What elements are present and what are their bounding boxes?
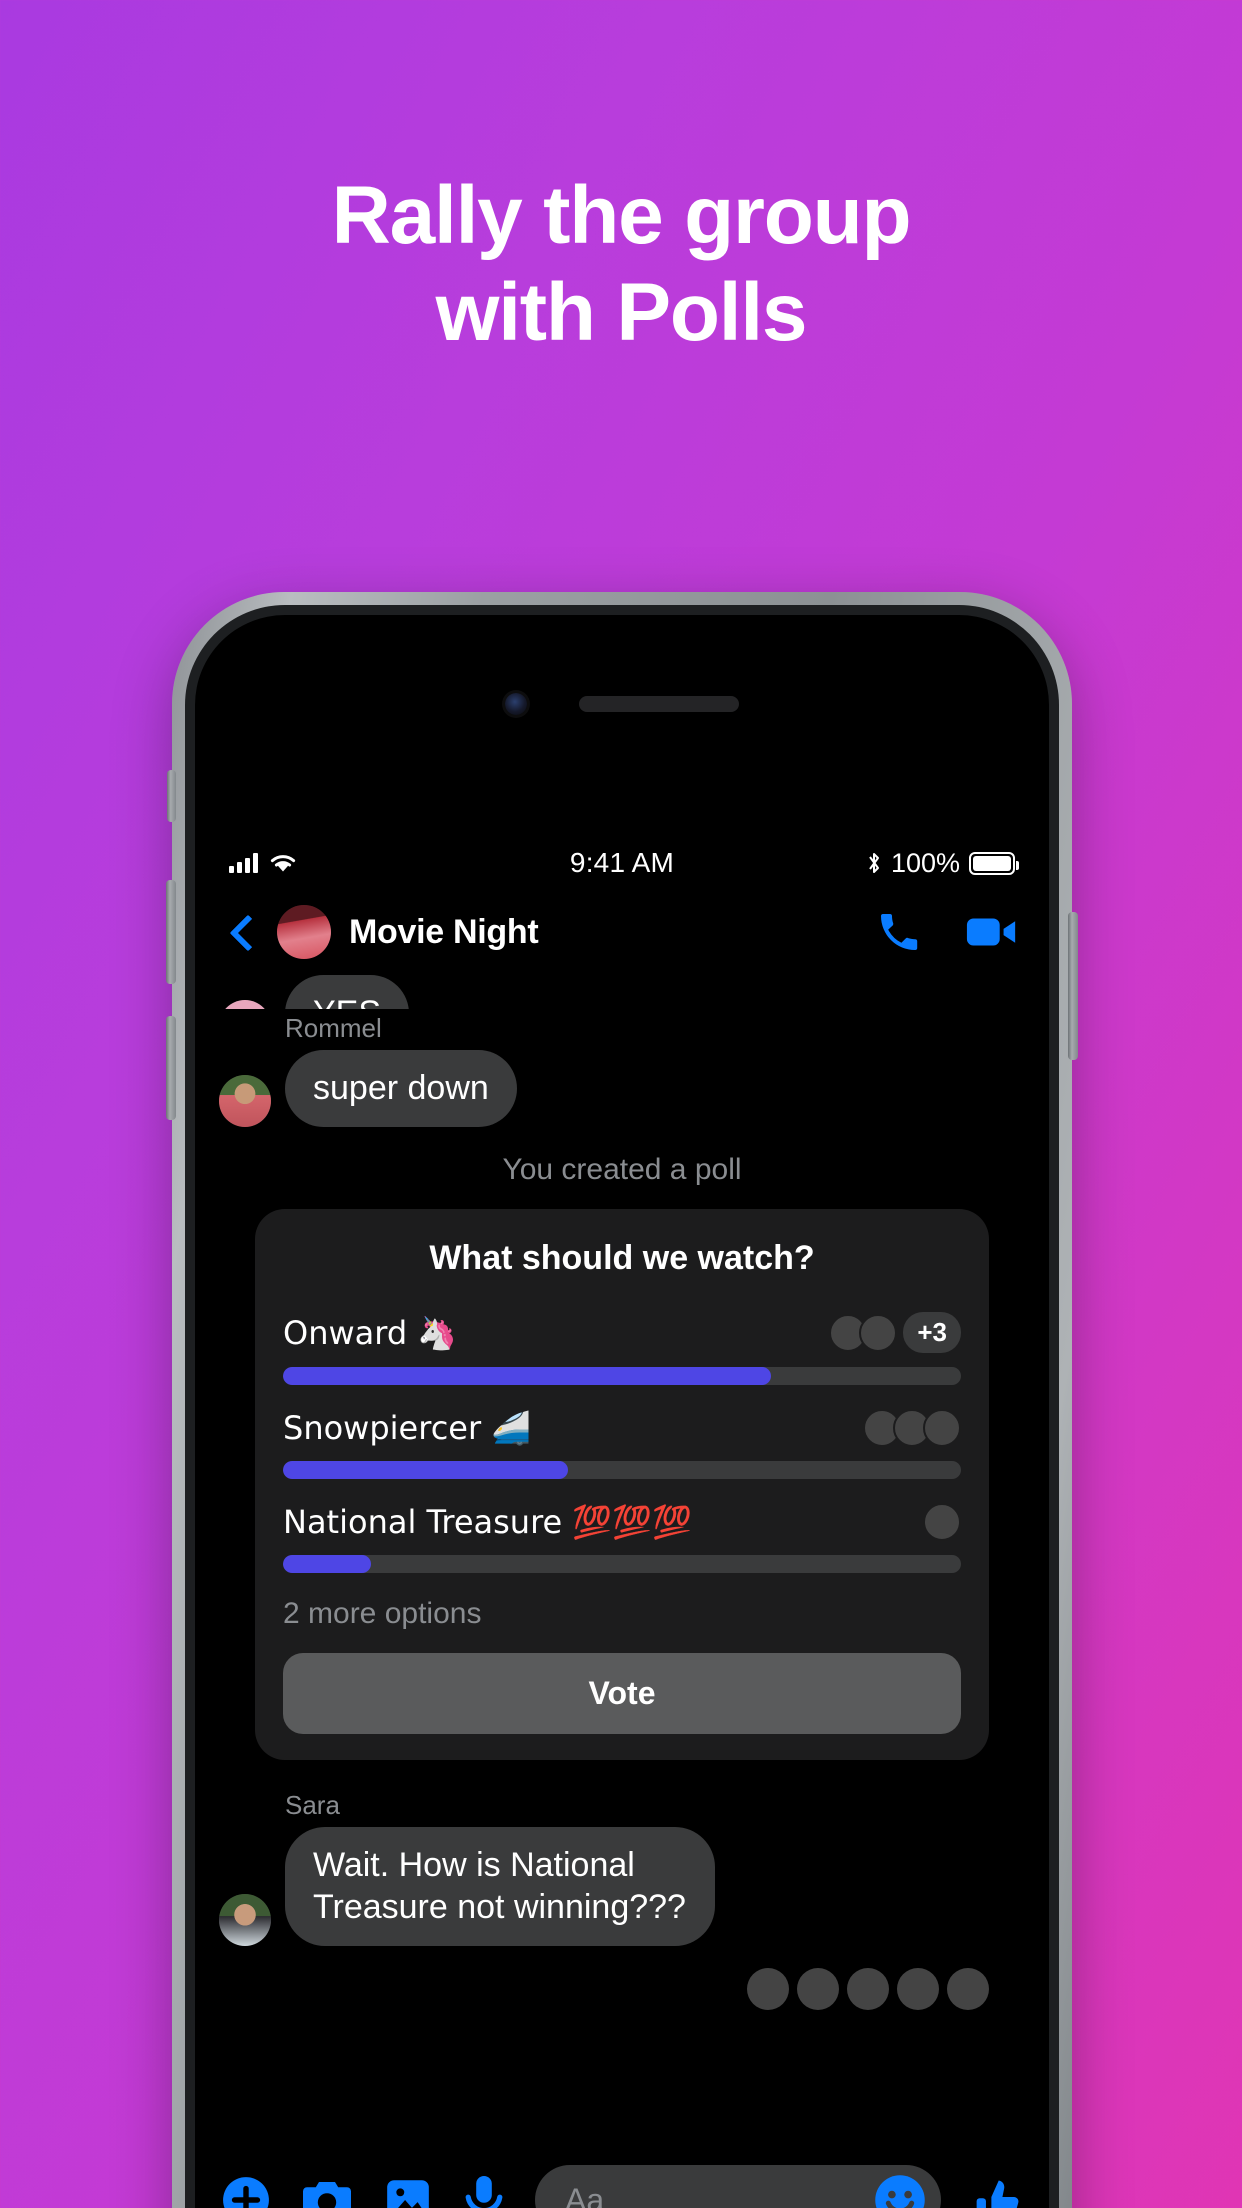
poll-option-voters[interactable]	[863, 1409, 961, 1448]
poll-option-bar	[283, 1461, 961, 1480]
poll-option-2[interactable]: National Treasure 💯💯💯	[283, 1503, 961, 1574]
chat-header: Movie Night	[195, 889, 1049, 975]
poll-option-1[interactable]: Snowpiercer 🚄	[283, 1409, 961, 1480]
poll-option-label: Snowpiercer 🚄	[283, 1409, 532, 1448]
orange-shirt-avatar	[923, 1409, 961, 1448]
extra-voters-badge: +3	[903, 1312, 961, 1354]
promo-headline-line-1: Rally the group	[331, 170, 912, 261]
phone-bezel: 9:41 AM 100% Movie Night Rommel super do…	[185, 605, 1059, 2208]
message-composer: Aa	[195, 2165, 1049, 2208]
pink-hat-avatar	[847, 1968, 889, 2011]
sara-avatar[interactable]	[219, 1894, 271, 1947]
avatar	[219, 1000, 271, 1009]
poll-option-bar	[283, 1555, 961, 1574]
message-input[interactable]: Aa	[535, 2165, 941, 2208]
message-group-rommel: Rommel super down	[219, 1013, 1025, 1128]
message-bubble[interactable]: super down	[285, 1050, 517, 1128]
message-bubble: YES	[285, 975, 410, 1009]
smiley-face-icon[interactable]	[873, 2173, 927, 2208]
photo-gallery-icon[interactable]	[383, 2175, 433, 2208]
back-chevron-icon[interactable]	[225, 915, 259, 949]
battery-percent-label: 100%	[890, 847, 960, 878]
system-note: You created a poll	[502, 1153, 742, 1187]
sender-name: Sara	[285, 1790, 340, 1821]
phone-volume-down-button	[166, 1016, 176, 1120]
message-group-sara: Sara Wait. How is National Treasure not …	[219, 1790, 1025, 1947]
microphone-icon[interactable]	[463, 2174, 505, 2208]
brown-hair-avatar	[897, 1968, 939, 2011]
clipped-message-row: YES	[219, 975, 1025, 1009]
plus-circle-icon[interactable]	[221, 2175, 271, 2208]
phone-call-icon[interactable]	[875, 908, 923, 956]
status-bar: 9:41 AM 100%	[195, 837, 1049, 889]
poll-option-bar-fill	[283, 1367, 772, 1386]
sender-name: Rommel	[285, 1013, 382, 1043]
poll-option-bar-fill	[283, 1555, 372, 1574]
brown-hair-avatar	[859, 1313, 898, 1352]
message-input-placeholder: Aa	[565, 2181, 605, 2208]
rommel-avatar	[797, 1968, 839, 2011]
poll-option-bar	[283, 1367, 961, 1386]
sara-avatar	[747, 1968, 789, 2011]
message-row: super down	[219, 1050, 1025, 1128]
poll-option-voters[interactable]: +3	[829, 1312, 961, 1354]
phone-volume-up-button	[166, 880, 176, 984]
phone-mute-switch	[167, 770, 176, 822]
poll-title: What should we watch?	[429, 1239, 815, 1278]
movie-night-thread-avatar[interactable]	[277, 905, 331, 959]
rommel-avatar[interactable]	[219, 1075, 271, 1128]
phone-mockup: 9:41 AM 100% Movie Night Rommel super do…	[166, 592, 1078, 2208]
phone-screen: 9:41 AM 100% Movie Night Rommel super do…	[195, 615, 1049, 2208]
poll-option-0[interactable]: Onward 🦄 +3	[283, 1312, 961, 1386]
cellular-bars-icon	[229, 853, 258, 873]
front-camera-icon	[505, 693, 527, 715]
message-row: Wait. How is National Treasure not winni…	[219, 1827, 1025, 1947]
poll-option-label: Onward 🦄	[283, 1313, 458, 1352]
poll-option-label: National Treasure 💯💯💯	[283, 1503, 692, 1542]
camera-icon[interactable]	[301, 2175, 353, 2208]
messenger-app: 9:41 AM 100% Movie Night Rommel super do…	[195, 837, 1049, 2208]
battery-full-icon	[969, 851, 1019, 875]
message-list: YES Rommel super down You created a poll	[195, 975, 1049, 2011]
thumbs-up-icon[interactable]	[971, 2174, 1023, 2208]
phone-power-button	[1068, 912, 1078, 1060]
poll-option-voters[interactable]	[923, 1503, 961, 1542]
read-receipts	[219, 1968, 1025, 2011]
blue-shirt-avatar	[947, 1968, 989, 2011]
more-options-link[interactable]: 2 more options	[283, 1597, 961, 1631]
video-call-icon[interactable]	[965, 908, 1019, 956]
sara-avatar	[923, 1503, 961, 1542]
wifi-icon	[270, 855, 296, 872]
promo-headline-line-2: with Polls	[435, 266, 808, 358]
earpiece-speaker-icon	[579, 696, 739, 712]
message-bubble[interactable]: Wait. How is National Treasure not winni…	[285, 1827, 715, 1947]
promo-headline: Rally the group with Polls	[0, 168, 1242, 362]
poll-card: What should we watch? Onward 🦄 +3 Snowpi…	[255, 1209, 989, 1761]
vote-button[interactable]: Vote	[283, 1653, 961, 1735]
page-title: Movie Night	[349, 912, 539, 951]
bluetooth-icon	[869, 853, 879, 873]
poll-option-bar-fill	[283, 1461, 568, 1480]
phone-hardware-row	[195, 693, 1049, 715]
